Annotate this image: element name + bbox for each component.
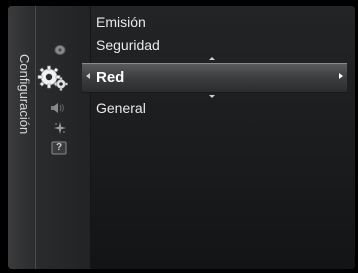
up-arrow-icon (209, 57, 215, 60)
menu-item-general[interactable]: General (96, 97, 336, 119)
gear-settings-icon[interactable] (36, 60, 70, 94)
menu-item-emision[interactable]: Emisión (96, 11, 336, 33)
screen: Configuración ? Red Emisión Seguridad Ge… (0, 0, 358, 273)
menu-item-label: Emisión (96, 14, 146, 30)
side-tab: Configuración (8, 6, 36, 269)
menu-item-seguridad[interactable]: Seguridad (96, 34, 336, 56)
menu-item-label: Seguridad (96, 37, 160, 53)
menu-item-selected[interactable]: Red (82, 63, 347, 93)
menu-item-label: Red (96, 69, 125, 86)
speaker-icon[interactable] (50, 100, 66, 116)
right-arrow-icon (339, 73, 343, 79)
satellite-dish-icon[interactable] (52, 42, 68, 58)
help-icon-glyph: ? (55, 142, 63, 153)
sparkle-icon[interactable] (52, 120, 68, 136)
menu-item-label: General (96, 100, 146, 116)
left-arrow-icon (86, 73, 90, 79)
side-tab-label: Configuración (17, 54, 32, 135)
help-icon[interactable]: ? (51, 141, 67, 156)
